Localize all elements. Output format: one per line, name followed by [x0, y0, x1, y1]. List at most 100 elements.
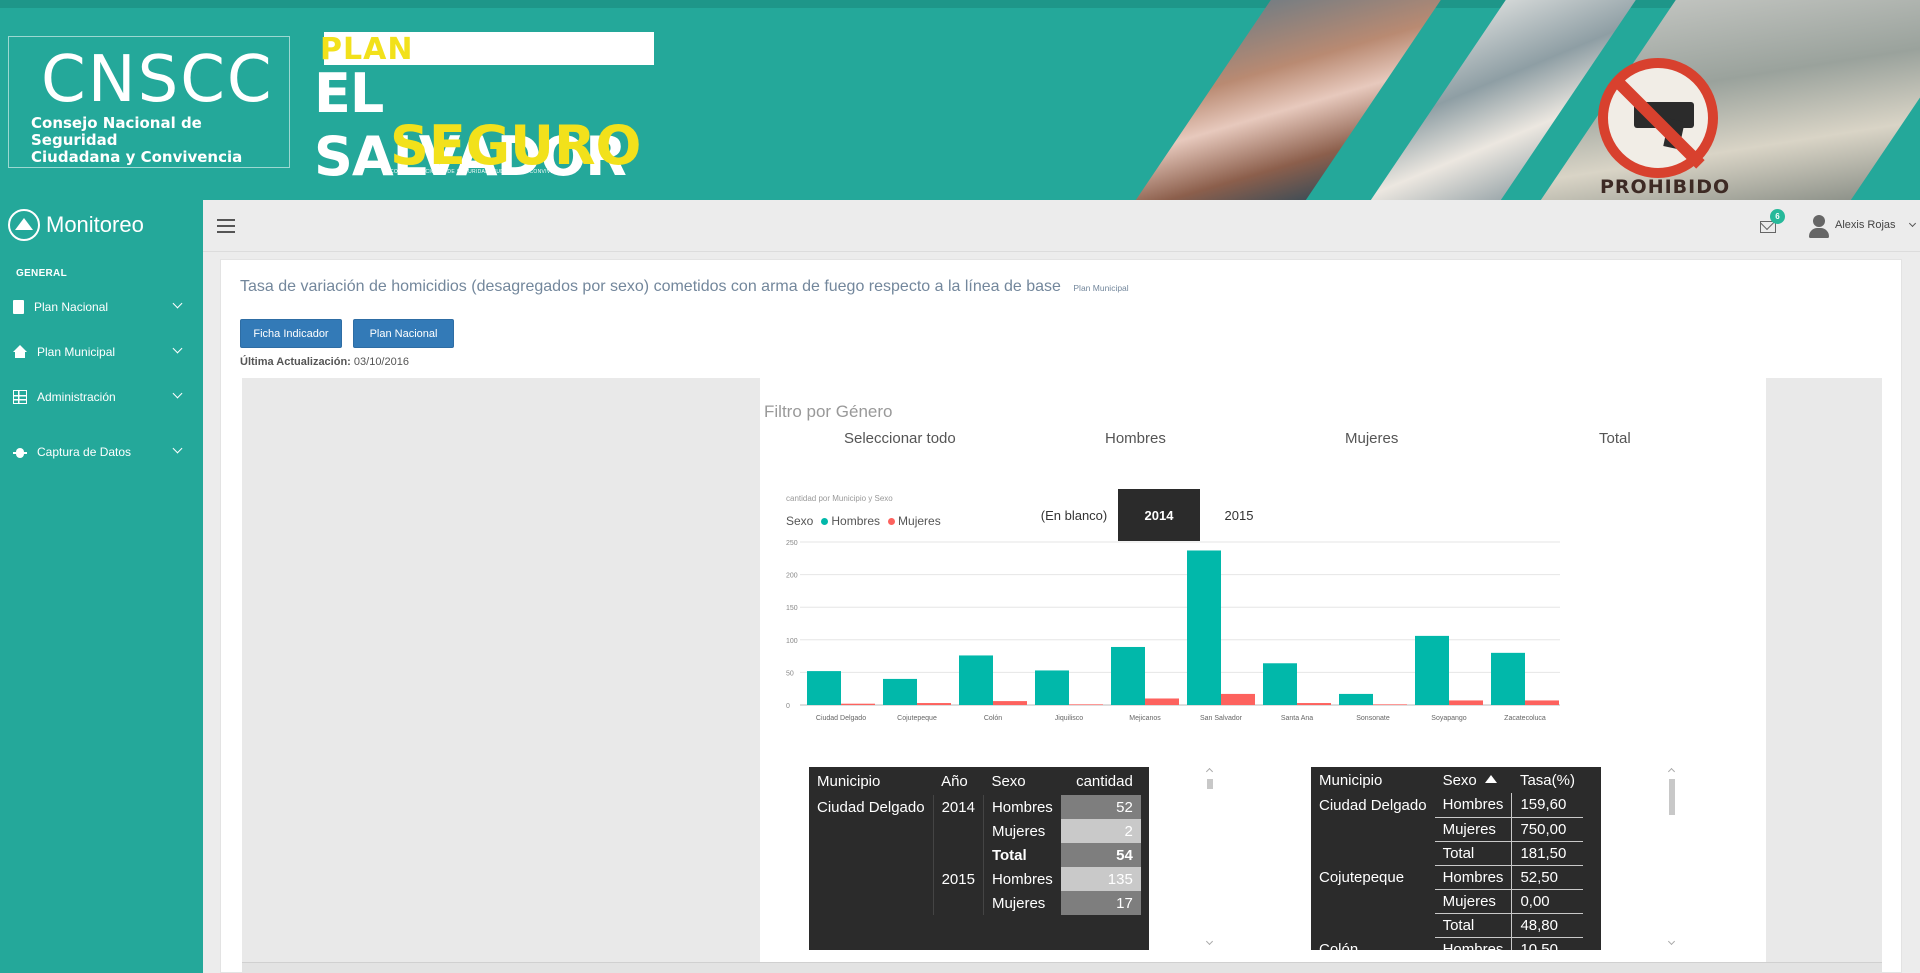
cnscc-title: CNSCC [41, 43, 274, 117]
hamburger-menu-icon[interactable] [217, 219, 235, 233]
sidebar-item-label: Captura de Datos [37, 445, 132, 459]
legend-dot-hombres [821, 517, 829, 525]
bug-icon [13, 445, 27, 459]
column-header-sexo[interactable]: Sexo [983, 767, 1060, 795]
cnscc-subtitle: Consejo Nacional de Seguridad Ciudadana … [31, 115, 289, 166]
cell-cantidad: 52 [1060, 795, 1141, 819]
plan-nacional-button[interactable]: Plan Nacional [353, 319, 454, 348]
sort-ascending-icon[interactable] [1484, 774, 1497, 783]
cell-municipio [809, 867, 934, 891]
y-tick-label: 0 [786, 703, 790, 710]
last-update-value: 03/10/2016 [353, 356, 409, 368]
topbar: 6 Alexis Rojas [203, 200, 1920, 252]
cnscc-logo[interactable]: CNSCC Consejo Nacional de Seguridad Ciud… [8, 36, 290, 168]
year-option-blank[interactable]: (En blanco) [1038, 489, 1110, 541]
legend-label-hombres[interactable]: Hombres [831, 514, 880, 528]
year-option-2014[interactable]: 2014 [1118, 489, 1200, 541]
bar-hombres [1035, 670, 1069, 705]
sidebar-item-administracion[interactable]: Administración [0, 384, 203, 410]
table-row: Mujeres 750,00 [1311, 817, 1583, 842]
mail-count-badge: 6 [1770, 209, 1785, 224]
scroll-down-icon[interactable] [1667, 937, 1676, 946]
bar-mujeres [1145, 698, 1179, 705]
scroll-up-icon[interactable] [1667, 767, 1676, 776]
last-update: Última Actualización: 03/10/2016 [240, 356, 409, 368]
gender-option-mujeres[interactable]: Mujeres [1345, 430, 1398, 447]
table-row: 2015 Hombres 135 [809, 867, 1141, 891]
y-tick-label: 200 [786, 573, 798, 580]
user-avatar-icon[interactable] [1808, 215, 1830, 239]
table-row: Mujeres 0,00 [1311, 889, 1583, 914]
legend-label-mujeres[interactable]: Mujeres [898, 514, 941, 528]
bar-mujeres [1373, 704, 1407, 705]
legend-title: Sexo [786, 514, 814, 528]
column-header-cantidad[interactable]: cantidad [1061, 767, 1141, 795]
gender-option-hombres[interactable]: Hombres [1105, 430, 1166, 447]
chevron-down-icon [172, 343, 183, 354]
ficha-indicador-button[interactable]: Ficha Indicador [240, 319, 342, 348]
chart-caption: cantidad por Municipio y Sexo [786, 494, 893, 503]
bar-hombres [1339, 693, 1373, 705]
table2-scrollbar[interactable] [1667, 767, 1676, 950]
scroll-thumb[interactable] [1669, 779, 1675, 815]
sidebar-item-label: Plan Nacional [34, 300, 109, 314]
sidebar-item-label: Administración [37, 390, 116, 404]
bar-mujeres [1449, 700, 1483, 705]
scroll-down-icon[interactable] [1205, 937, 1214, 946]
x-tick-label: Zacatecoluca [1504, 715, 1546, 722]
sidebar-brand[interactable]: Monitoreo [8, 208, 144, 242]
main-panel: Tasa de variación de homicidios (desagre… [220, 259, 1902, 973]
sidebar-brand-label: Monitoreo [46, 212, 144, 237]
cell-tasa: 181,50 [1511, 841, 1583, 866]
chevron-down-icon[interactable] [1908, 219, 1917, 228]
table-row: Total 54 [809, 843, 1141, 867]
table1-scrollbar[interactable] [1205, 767, 1214, 950]
gender-option-total[interactable]: Total [1599, 430, 1631, 447]
cell-sexo: Mujeres [1434, 889, 1512, 914]
cell-tasa: 52,50 [1511, 865, 1583, 890]
sidebar-item-plan-nacional[interactable]: Plan Nacional [0, 294, 203, 320]
home-icon [13, 345, 27, 359]
gender-option-select-all[interactable]: Seleccionar todo [844, 430, 956, 447]
column-header-ano[interactable]: Año [933, 767, 983, 795]
mountain-icon [8, 209, 40, 241]
column-header-tasa[interactable]: Tasa(%) [1512, 767, 1583, 793]
column-header-municipio[interactable]: Municipio [1311, 767, 1435, 793]
user-menu-name[interactable]: Alexis Rojas [1835, 219, 1896, 231]
cell-municipio: Ciudad Delgado [1319, 796, 1427, 814]
cell-ano [933, 819, 984, 843]
scroll-up-icon[interactable] [1205, 767, 1214, 776]
table-row: Ciudad Delgado 2014 Hombres 52 [809, 795, 1141, 819]
year-option-2015[interactable]: 2015 [1214, 489, 1264, 541]
x-tick-label: San Salvador [1200, 715, 1243, 722]
bar-hombres [1263, 663, 1297, 705]
x-tick-label: Sonsonate [1356, 715, 1390, 722]
cell-sexo: Hombres [1434, 865, 1512, 890]
column-header-municipio[interactable]: Municipio [809, 767, 933, 795]
cell-municipio: Ciudad Delgado [809, 795, 934, 819]
cell-municipio [809, 819, 934, 843]
document-icon [13, 300, 24, 314]
column-header-sexo[interactable]: Sexo [1435, 767, 1512, 793]
table-icon [13, 390, 27, 404]
report-bottom-bar [242, 962, 1882, 973]
sidebar-item-plan-municipal[interactable]: Plan Municipal [0, 339, 203, 365]
header-banner: CNSCC Consejo Nacional de Seguridad Ciud… [0, 0, 1920, 200]
x-tick-label: Cojutepeque [897, 715, 937, 722]
bar-hombres [807, 671, 841, 705]
cell-ano: 2015 [933, 867, 984, 891]
sidebar-item-captura-de-datos[interactable]: Captura de Datos [0, 439, 203, 465]
cnscc-subtitle-line1: Consejo Nacional de Seguridad [31, 114, 202, 149]
cell-sexo: Total [1434, 913, 1512, 938]
y-tick-label: 100 [786, 638, 798, 645]
bar-mujeres [1525, 700, 1559, 705]
cell-ano: 2014 [933, 795, 984, 819]
chevron-down-icon [172, 388, 183, 399]
scroll-thumb[interactable] [1207, 779, 1213, 789]
cnscc-subtitle-line2: Ciudadana y Convivencia [31, 148, 243, 166]
cell-sexo: Hombres [991, 870, 1053, 888]
x-tick-label: Ciudad Delgado [816, 715, 866, 722]
chevron-down-icon [172, 443, 183, 454]
bar-mujeres [841, 703, 875, 705]
no-gun-sign-icon [1598, 58, 1718, 178]
